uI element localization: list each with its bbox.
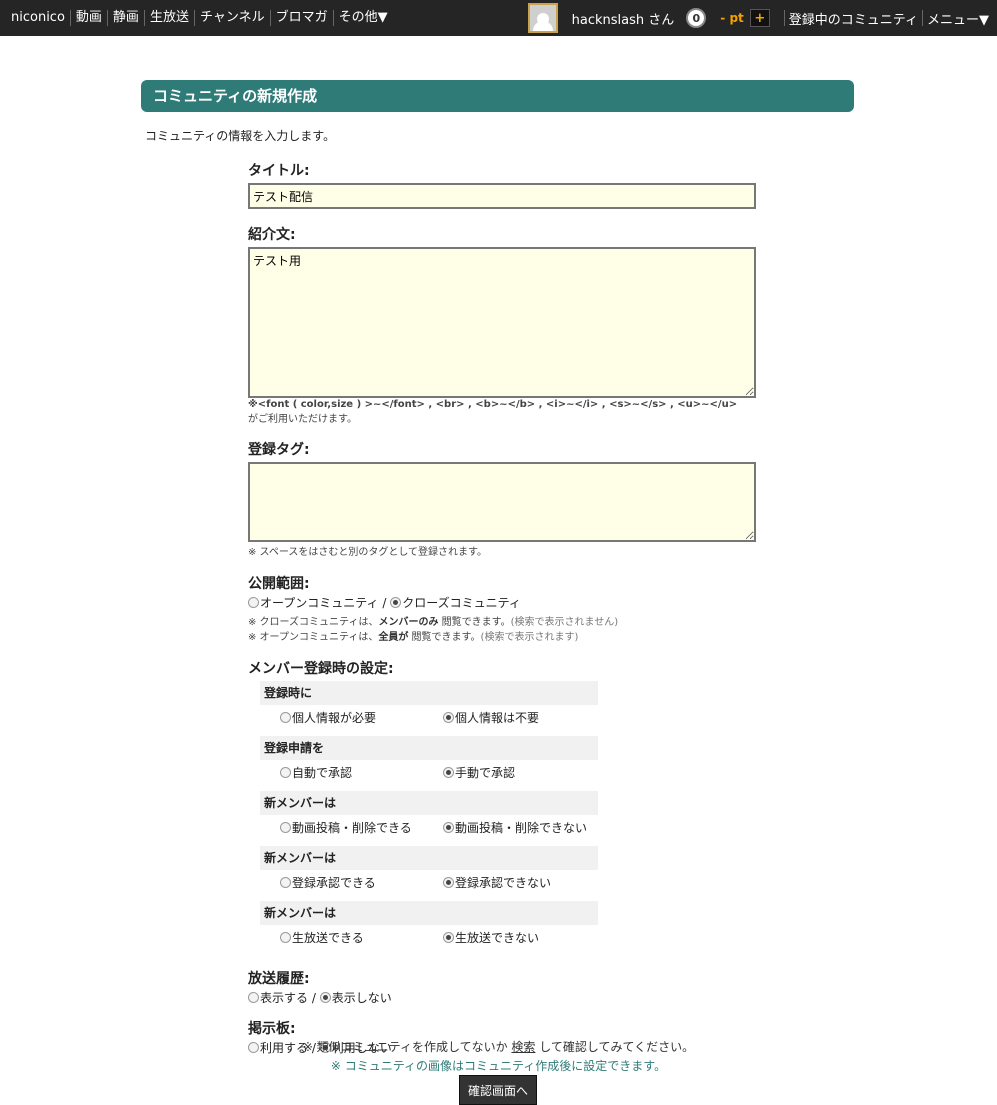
page-title: コミュニティの新規作成 [141, 80, 854, 112]
history-hide-label[interactable]: 表示しない [332, 991, 392, 1005]
scope-note-closed-d: (検索で表示されません) [510, 617, 619, 628]
similar-community-note: ※ 類似コミュニティを作成してないか 検索 して確認してみてください。 [0, 1038, 997, 1055]
live-denied-radio[interactable] [443, 932, 454, 943]
manual-approve-label[interactable]: 手動で承認 [455, 766, 515, 780]
auto-approve-label[interactable]: 自動で承認 [292, 766, 352, 780]
manual-approve-radio[interactable] [443, 767, 454, 778]
tags-note: ※ スペースをはさむと別のタグとして登録されます。 [248, 547, 488, 558]
setting-row-video: 動画投稿・削除できる 動画投稿・削除できない [260, 815, 598, 846]
video-post-allowed-radio[interactable] [280, 822, 291, 833]
title-label: タイトル: [248, 163, 310, 179]
scope-note-open-c: 閲覧できます。 [408, 632, 481, 643]
scope-closed-label[interactable]: クローズコミュニティ [402, 596, 521, 610]
nav-seiga[interactable]: 静画 [106, 10, 144, 26]
divider [783, 10, 785, 26]
setting-heading-registration: 登録時に [260, 681, 598, 705]
history-hide-radio[interactable] [319, 992, 331, 1003]
history-label: 放送履歴: [248, 971, 310, 987]
board-label: 掲示板: [248, 1021, 296, 1037]
member-approve-denied-label[interactable]: 登録承認できない [455, 876, 551, 890]
nav-other-dropdown[interactable]: その他▼ [332, 10, 393, 26]
auto-approve-radio[interactable] [280, 767, 291, 778]
setting-heading-approval: 登録申請を [260, 736, 598, 760]
points-display: - pt [720, 11, 744, 25]
menu-dropdown[interactable]: メニュー▼ [927, 9, 989, 28]
description-note: がご利用いただけます。 [248, 414, 357, 425]
scope-note-open-b: 全員が [378, 632, 409, 643]
description-textarea[interactable]: テスト用 [248, 247, 756, 398]
member-approve-allowed-label[interactable]: 登録承認できる [292, 876, 376, 890]
scope-note-open-d: (検索で表示されます) [480, 632, 579, 643]
video-post-allowed-label[interactable]: 動画投稿・削除できる [292, 821, 412, 835]
registered-communities-link[interactable]: 登録中のコミュニティ [789, 9, 918, 28]
title-input[interactable] [248, 183, 756, 209]
scope-note-closed-a: ※ クローズコミュニティは、 [248, 617, 379, 628]
divider [922, 10, 923, 26]
scope-note-open-a: ※ オープンコミュニティは、 [248, 632, 379, 643]
personal-info-not-required-label[interactable]: 個人情報は不要 [455, 711, 539, 725]
scope-separator: / [378, 596, 391, 610]
confirm-button[interactable]: 確認画面へ [459, 1075, 537, 1105]
search-link[interactable]: 検索 [511, 1040, 535, 1054]
live-allowed-radio[interactable] [280, 932, 291, 943]
nav-video[interactable]: 動画 [69, 10, 107, 26]
global-nav: niconico 動画 静画 生放送 チャンネル ブロマガ その他▼ [6, 0, 393, 36]
similar-note-a: ※ 類似コミュニティを作成してないか [302, 1040, 512, 1054]
history-options: 表示する / 表示しない [248, 989, 758, 1006]
setting-row-live: 生放送できる 生放送できない [260, 925, 598, 956]
add-points-button[interactable]: + [749, 9, 770, 27]
nav-blomaga[interactable]: ブロマガ [269, 10, 333, 26]
notification-badge[interactable]: 0 [686, 8, 707, 28]
live-allowed-label[interactable]: 生放送できる [292, 931, 364, 945]
setting-heading-member-approval: 新メンバーは [260, 846, 598, 870]
history-separator: / [308, 991, 320, 1005]
nav-live[interactable]: 生放送 [143, 10, 194, 26]
scope-options: オープンコミュニティ / クローズコミュニティ [248, 594, 758, 611]
scope-open-radio[interactable] [248, 597, 259, 608]
scope-note-open: ※ オープンコミュニティは、全員が 閲覧できます。(検索で表示されます) [248, 628, 758, 643]
similar-note-b: して確認してみてください。 [535, 1040, 695, 1054]
tags-label: 登録タグ: [248, 442, 310, 458]
setting-heading-video: 新メンバーは [260, 791, 598, 815]
nav-channel[interactable]: チャンネル [193, 10, 270, 26]
history-show-radio[interactable] [248, 992, 259, 1003]
nav-niconico[interactable]: niconico [6, 10, 70, 26]
scope-open-label[interactable]: オープンコミュニティ [260, 596, 379, 610]
description-label: 紹介文: [248, 227, 296, 243]
member-settings-label: メンバー登録時の設定: [248, 661, 394, 677]
description-note-tags: ※<font ( color,size ) >~</font> , <br> ,… [248, 399, 738, 410]
scope-note-closed: ※ クローズコミュニティは、メンバーのみ 閲覧できます。(検索で表示されません) [248, 613, 758, 628]
setting-heading-live: 新メンバーは [260, 901, 598, 925]
image-note: ※ コミュニティの画像はコミュニティ作成後に設定できます。 [330, 1059, 667, 1073]
scope-closed-radio[interactable] [390, 597, 402, 608]
scope-label: 公開範囲: [248, 576, 310, 592]
scope-note-closed-c: 閲覧できます。 [438, 617, 511, 628]
setting-row-approval: 自動で承認 手動で承認 [260, 760, 598, 791]
community-form: タイトル: 紹介文: テスト用 ※<font ( color,size ) >~… [248, 160, 758, 1056]
personal-info-required-label[interactable]: 個人情報が必要 [292, 711, 376, 725]
member-approve-allowed-radio[interactable] [280, 877, 291, 888]
bottom-notes: ※ 類似コミュニティを作成してないか 検索 して確認してみてください。 ※ コミ… [0, 1038, 997, 1074]
avatar-body-icon [532, 21, 553, 31]
avatar[interactable] [527, 3, 558, 33]
personal-info-required-radio[interactable] [280, 712, 291, 723]
setting-row-member-approval: 登録承認できる 登録承認できない [260, 870, 598, 901]
tags-textarea[interactable] [248, 462, 756, 542]
member-approve-denied-radio[interactable] [443, 877, 454, 888]
setting-row-registration: 個人情報が必要 個人情報は不要 [260, 705, 598, 736]
top-navigation-bar: niconico 動画 静画 生放送 チャンネル ブロマガ その他▼ hackn… [0, 0, 997, 36]
member-settings: 登録時に 個人情報が必要 個人情報は不要 登録申請を 自動で承認 手動で承認 新… [260, 681, 598, 956]
intro-text: コミュニティの情報を入力します。 [145, 129, 336, 143]
live-denied-label[interactable]: 生放送できない [455, 931, 539, 945]
video-post-denied-radio[interactable] [443, 822, 454, 833]
personal-info-not-required-radio[interactable] [443, 712, 454, 723]
username[interactable]: hacknslash さん [572, 9, 675, 28]
history-show-label[interactable]: 表示する [260, 991, 308, 1005]
video-post-denied-label[interactable]: 動画投稿・削除できない [455, 821, 587, 835]
scope-note-closed-b: メンバーのみ [378, 617, 439, 628]
user-area: hacknslash さん 0 - pt + 登録中のコミュニティ メニュー▼ [527, 0, 989, 36]
